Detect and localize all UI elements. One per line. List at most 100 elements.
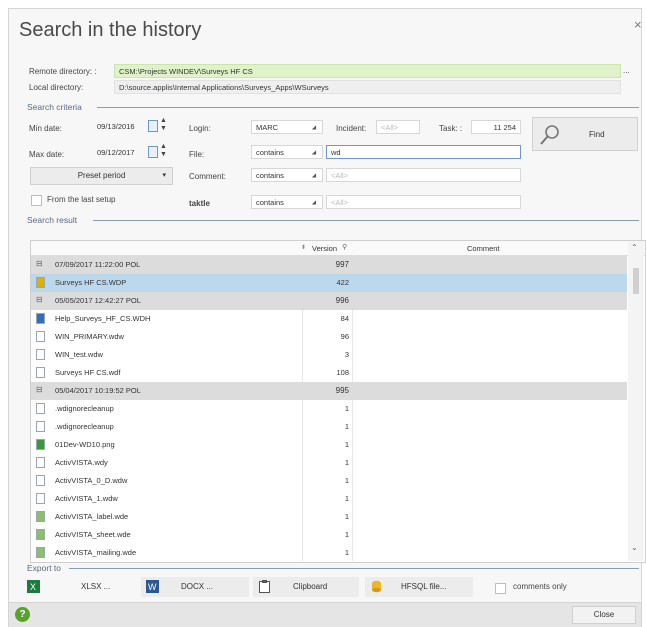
table-row[interactable]: Help_Surveys_HF_CS.WDH 84	[31, 310, 627, 328]
file-name-cell: ActivVISTA_0_D.wdw	[55, 476, 128, 485]
login-label: Login:	[189, 124, 211, 133]
browse-button[interactable]: ...	[623, 66, 630, 75]
max-date-input[interactable]: 09/12/2017	[93, 146, 149, 160]
collapse-icon[interactable]: ⊟	[36, 295, 43, 304]
version-cell: 1	[344, 458, 349, 467]
file-name-cell: WIN_PRIMARY.wdw	[55, 332, 124, 341]
comments-only-label: comments only	[513, 582, 567, 591]
chevron-down-icon	[311, 200, 319, 207]
task-input[interactable]: 11 254	[471, 120, 521, 134]
login-field[interactable]: MARC	[251, 120, 323, 134]
version-cell: 1	[344, 530, 349, 539]
find-button-label: Find	[589, 130, 605, 139]
group-row[interactable]: ⊟ 05/05/2017 12:42:27 POL 996	[31, 292, 627, 310]
close-button[interactable]: Close	[572, 606, 636, 624]
result-divider	[93, 220, 639, 221]
min-date-spinner[interactable]: ▲ ▼	[160, 117, 167, 133]
window-file-icon	[36, 457, 45, 468]
xlsx-label: XLSX ...	[81, 582, 111, 591]
table-row[interactable]: ActivVISTA_sheet.wde 1	[31, 526, 627, 544]
table-row[interactable]: ActivVISTA_label.wde 1	[31, 508, 627, 526]
report-file-icon	[36, 547, 45, 558]
max-date-spinner[interactable]: ▲ ▼	[160, 143, 167, 159]
comment-search-input[interactable]: <All>	[326, 168, 521, 182]
comment-operator-combo[interactable]: contains	[251, 168, 323, 182]
comments-only-checkbox[interactable]	[495, 583, 506, 594]
group-date-label: 05/05/2017 12:42:27 POL	[55, 296, 141, 305]
file-name-cell: .wdignorecleanup	[55, 422, 114, 431]
version-cell: 995	[335, 386, 349, 395]
table-row[interactable]: ActivVISTA.wdy 1	[31, 454, 627, 472]
group-date-label: 07/09/2017 11:22:00 POL	[55, 260, 141, 269]
table-row[interactable]: Surveys HF CS.WDP 422	[31, 274, 627, 292]
svg-text:X: X	[30, 582, 36, 592]
scrollbar-thumb[interactable]	[633, 268, 639, 294]
export-docx-button[interactable]: W DOCX ...	[141, 577, 249, 597]
find-button[interactable]: Find	[532, 117, 638, 151]
scroll-down-icon[interactable]: ⌄	[631, 543, 638, 552]
group-row[interactable]: ⊟ 05/04/2017 10:19:52 POL 995	[31, 382, 627, 400]
project-file-icon	[36, 277, 45, 288]
table-row[interactable]: WIN_PRIMARY.wdw 96	[31, 328, 627, 346]
file-name-cell: ActivVISTA_mailing.wde	[55, 548, 137, 557]
version-cell: 996	[335, 296, 349, 305]
collapse-icon[interactable]: ⊟	[36, 259, 43, 268]
hfsql-label: HFSQL file...	[401, 582, 447, 591]
table-row[interactable]: 01Dev-WD10.png 1	[31, 436, 627, 454]
export-hfsql-button[interactable]: HFSQL file...	[365, 577, 473, 597]
table-row[interactable]: Surveys HF CS.wdf 108	[31, 364, 627, 382]
preset-period-dropdown[interactable]: Preset period ▾	[30, 167, 173, 185]
scroll-up-icon[interactable]: ⌃	[631, 243, 638, 252]
vertical-scrollbar[interactable]: ⌃ ⌄	[628, 241, 644, 561]
group-row[interactable]: ⊟ 07/09/2017 11:22:00 POL 997	[31, 256, 627, 274]
local-directory-field: D:\source.applis\Internal Applications\S…	[114, 80, 621, 94]
version-cell: 108	[336, 368, 349, 377]
table-row[interactable]: ActivVISTA_mailing.wde 1	[31, 544, 627, 562]
remote-directory-label: Remote directory: :	[29, 67, 97, 76]
preset-period-label: Preset period	[77, 171, 126, 180]
table-row[interactable]: WIN_test.wdw 3	[31, 346, 627, 364]
chevron-down-icon: ▾	[162, 172, 166, 179]
export-heading: Export to	[27, 563, 62, 573]
file-search-input[interactable]: wd	[326, 145, 521, 159]
incident-input[interactable]: <All>	[376, 120, 420, 134]
version-cell: 997	[335, 260, 349, 269]
file-icon	[36, 367, 45, 378]
min-date-calendar-icon[interactable]	[148, 120, 158, 132]
table-row[interactable]: ActivVISTA_1.wdw 1	[31, 490, 627, 508]
close-window-icon[interactable]: ×	[634, 17, 642, 32]
max-date-calendar-icon[interactable]	[148, 146, 158, 158]
search-icon	[540, 125, 559, 145]
file-name-cell: ActivVISTA_sheet.wde	[55, 530, 131, 539]
results-table: ⬍ Version ⚲ Comment ▸ ⊟ 07/09/2017 11:22:…	[30, 240, 646, 563]
remote-directory-field[interactable]: CSM:\Projects WINDEV\Surveys HF CS	[114, 64, 621, 78]
version-column-header[interactable]: Version	[312, 244, 337, 253]
table-row[interactable]: .wdignorecleanup 1	[31, 418, 627, 436]
table-row[interactable]: ActivVISTA_0_D.wdw 1	[31, 472, 627, 490]
collapse-icon[interactable]: ⊟	[36, 385, 43, 394]
min-date-input[interactable]: 09/13/2016	[93, 120, 149, 134]
report-file-icon	[36, 529, 45, 540]
file-label: File:	[189, 150, 205, 159]
svg-text:W: W	[148, 582, 157, 592]
file-name-cell: ActivVISTA.wdy	[55, 458, 108, 467]
help-file-icon	[36, 313, 45, 324]
comment-column-header[interactable]: Comment	[467, 244, 500, 253]
chevron-down-icon	[311, 125, 319, 132]
from-last-setup-checkbox[interactable]	[31, 195, 42, 206]
file-operator-combo[interactable]: contains	[251, 145, 323, 159]
export-clipboard-button[interactable]: Clipboard	[253, 577, 359, 597]
export-xlsx-button[interactable]: X XLSX ...	[21, 577, 138, 597]
version-cell: 1	[344, 440, 349, 449]
sort-icon: ⬍	[301, 245, 307, 251]
table-search-input[interactable]: <All>	[326, 195, 521, 209]
table-operator-combo[interactable]: contains	[251, 195, 323, 209]
table-row[interactable]: .wdignorecleanup 1	[31, 400, 627, 418]
column-filter-icon[interactable]: ⚲	[342, 243, 347, 251]
window-file-icon	[36, 349, 45, 360]
from-last-setup-label: From the last setup	[47, 195, 116, 204]
excel-icon: X	[27, 580, 40, 593]
help-icon[interactable]: ?	[15, 607, 30, 622]
version-cell: 1	[344, 494, 349, 503]
report-file-icon	[36, 511, 45, 522]
